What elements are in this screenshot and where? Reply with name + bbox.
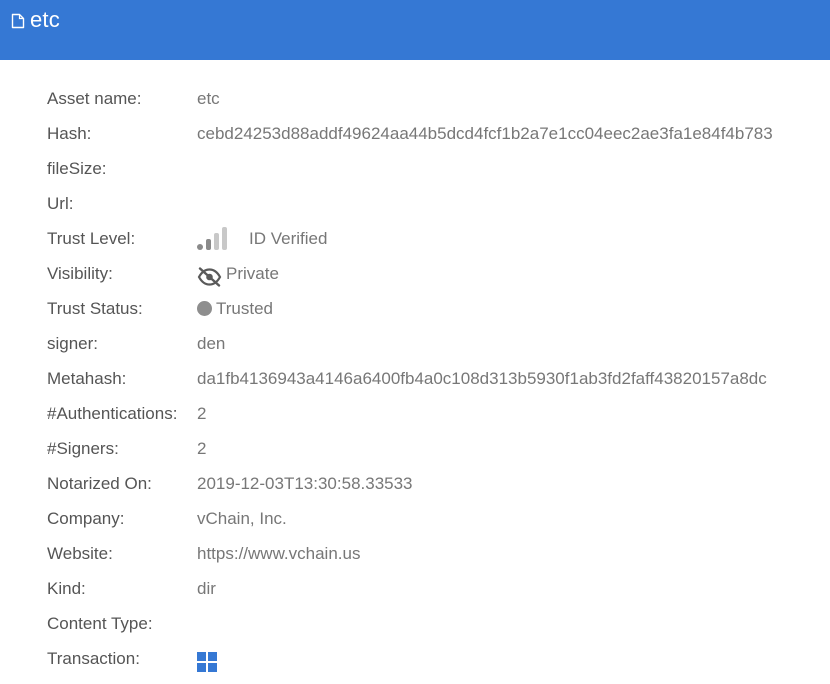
trust-level-label: Trust Level: (47, 229, 136, 248)
company-value: vChain, Inc. (197, 509, 287, 528)
signer-value: den (197, 334, 226, 353)
trust-level-value: ID Verified (197, 221, 327, 256)
visibility-text: Private (226, 264, 279, 283)
asset-details: Asset name: etc Hash: cebd24253d88addf49… (0, 81, 830, 676)
visibility-value: Private (197, 256, 279, 291)
document-icon (11, 13, 25, 29)
signer-label: signer: (47, 334, 99, 353)
metahash-label: Metahash: (47, 369, 127, 388)
row-website: Website: https://www.vchain.us (0, 536, 830, 571)
visibility-label: Visibility: (47, 264, 113, 283)
row-notarized-on: Notarized On: 2019-12-03T13:30:58.33533 (0, 466, 830, 501)
notarized-on-value: 2019-12-03T13:30:58.33533 (197, 474, 413, 493)
trust-status-value: Trusted (197, 291, 273, 326)
authentications-label: #Authentications: (47, 404, 178, 423)
asset-name-value: etc (197, 89, 220, 108)
row-file-size: fileSize: (0, 151, 830, 186)
website-label: Website: (47, 544, 113, 563)
eye-off-icon (197, 264, 222, 287)
hash-label: Hash: (47, 124, 92, 143)
page-title: etc (30, 7, 60, 32)
row-signer: signer: den (0, 326, 830, 361)
status-dot-icon (197, 301, 212, 316)
metahash-value: da1fb4136943a4146a6400fb4a0c108d313b5930… (197, 369, 767, 388)
trust-status-text: Trusted (216, 299, 274, 318)
notarized-on-label: Notarized On: (47, 474, 152, 493)
kind-label: Kind: (47, 579, 86, 598)
row-url: Url: (0, 186, 830, 221)
row-signers: #Signers: 2 (0, 431, 830, 466)
signers-label: #Signers: (47, 439, 119, 458)
row-trust-level: Trust Level: ID Verified (0, 221, 830, 256)
company-label: Company: (47, 509, 125, 528)
transaction-label: Transaction: (47, 649, 140, 668)
row-metahash: Metahash: da1fb4136943a4146a6400fb4a0c10… (0, 361, 830, 396)
row-transaction: Transaction: (0, 641, 830, 676)
row-company: Company: vChain, Inc. (0, 501, 830, 536)
trust-status-label: Trust Status: (47, 299, 143, 318)
row-hash: Hash: cebd24253d88addf49624aa44b5dcd4fcf… (0, 116, 830, 151)
signal-strength-icon (197, 226, 235, 251)
row-visibility: Visibility: Private (0, 256, 830, 291)
row-content-type: Content Type: (0, 606, 830, 641)
asset-name-label: Asset name: (47, 89, 142, 108)
header-bar: etc (0, 0, 830, 60)
row-asset-name: Asset name: etc (0, 81, 830, 116)
hash-value: cebd24253d88addf49624aa44b5dcd4fcf1b2a7e… (197, 124, 773, 143)
trust-level-text: ID Verified (249, 229, 328, 248)
authentications-value: 2 (197, 404, 207, 423)
transaction-value (197, 641, 217, 676)
file-size-label: fileSize: (47, 159, 107, 178)
kind-value: dir (197, 579, 216, 598)
windows-grid-icon[interactable] (197, 649, 217, 672)
row-authentications: #Authentications: 2 (0, 396, 830, 431)
row-kind: Kind: dir (0, 571, 830, 606)
content-type-label: Content Type: (47, 614, 153, 633)
website-value: https://www.vchain.us (197, 544, 361, 563)
url-label: Url: (47, 194, 74, 213)
row-trust-status: Trust Status: Trusted (0, 291, 830, 326)
signers-value: 2 (197, 439, 207, 458)
